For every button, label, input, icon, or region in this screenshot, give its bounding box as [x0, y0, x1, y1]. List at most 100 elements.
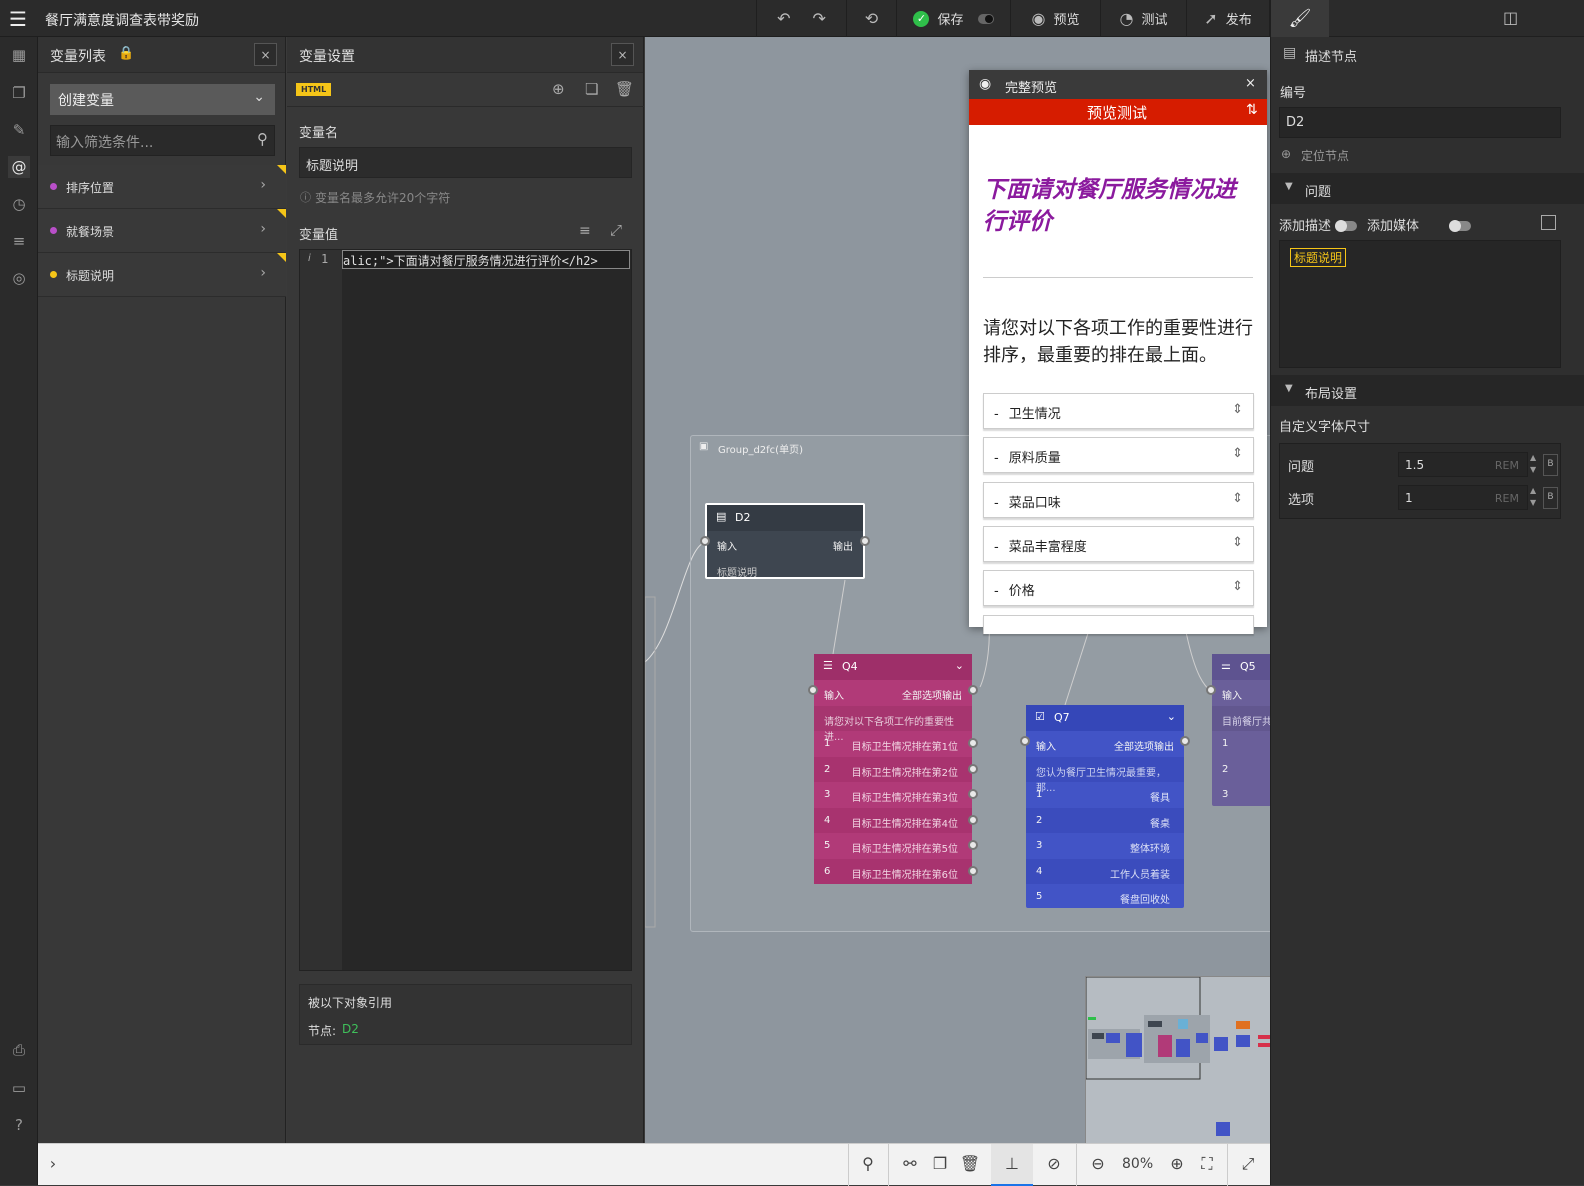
copy-icon[interactable]: ❏ — [585, 80, 598, 98]
duplicate-icon[interactable]: ❐ — [929, 1154, 951, 1173]
unit-label: REM — [1494, 459, 1519, 472]
question-size-input[interactable]: 1.5 REM — [1398, 452, 1528, 477]
crosshair-icon[interactable]: ⊕ — [552, 80, 565, 98]
dropper-icon[interactable]: ✎ — [8, 119, 30, 141]
layout-section-header[interactable]: ▼ 布局设置 — [1271, 375, 1584, 406]
output-port[interactable] — [968, 738, 978, 748]
output-port[interactable] — [968, 814, 978, 825]
create-variable-dropdown[interactable]: 创建变量 ⌄ — [50, 84, 275, 115]
zoom-in-icon[interactable]: ⊕ — [1166, 1154, 1188, 1173]
test-button[interactable]: ◔ 测试 — [1100, 0, 1186, 37]
add-media-toggle[interactable] — [1449, 219, 1472, 232]
code-editor[interactable]: i 1 alic;">下面请对餐厅服务情况进行评价</h2> — [299, 249, 632, 971]
reference-node-link[interactable]: D2 — [342, 1022, 359, 1036]
trash-icon[interactable]: 🗑 — [615, 80, 634, 98]
question-content-editor[interactable]: 标题说明 — [1279, 240, 1561, 368]
chevron-down-icon[interactable]: ⌄ — [1167, 710, 1176, 723]
search-icon[interactable]: ⚲ — [857, 1154, 879, 1173]
fullscreen-icon[interactable]: ⤢ — [1237, 1154, 1259, 1174]
pages-icon[interactable]: ❐ — [8, 82, 30, 104]
input-port[interactable] — [1206, 685, 1216, 695]
input-port[interactable] — [700, 536, 710, 546]
rank-item[interactable]: - 菜品丰富程度 ⇕ — [983, 525, 1254, 562]
save-button[interactable]: ✓ 保存 — [896, 0, 1010, 37]
add-description-toggle[interactable] — [1335, 219, 1357, 232]
lock-icon[interactable]: 🔒 — [118, 46, 134, 61]
variable-item[interactable]: 标题说明 › — [38, 253, 286, 297]
zoom-out-icon[interactable]: ⊖ — [1087, 1154, 1109, 1173]
question-section-header[interactable]: ▼ 问题 — [1271, 173, 1584, 204]
nodes-icon[interactable]: ▦ — [8, 44, 30, 66]
format-icon[interactable]: ≡ — [579, 223, 591, 239]
minimap[interactable] — [1085, 976, 1270, 1143]
code-line[interactable]: alic;">下面请对餐厅服务情况进行评价</h2> — [342, 250, 630, 269]
drag-handle-icon[interactable]: ⇕ — [1232, 579, 1243, 594]
target-icon[interactable]: ◎ — [8, 267, 30, 289]
variable-item[interactable]: 就餐场景 › — [38, 209, 286, 253]
unlink-icon[interactable]: ⚯ — [899, 1154, 921, 1173]
close-icon[interactable]: × — [254, 43, 277, 66]
output-port[interactable] — [968, 763, 978, 774]
close-icon[interactable]: × — [1245, 76, 1256, 91]
output-port[interactable] — [968, 685, 978, 695]
drag-handle-icon[interactable]: ⇕ — [1232, 402, 1243, 417]
fit-screen-icon[interactable]: ⛶ — [1196, 1154, 1218, 1174]
expand-icon[interactable]: ⤢ — [610, 221, 622, 239]
variable-name-input[interactable]: 标题说明 — [299, 147, 632, 178]
redo-icon[interactable]: ↷ — [813, 9, 826, 28]
input-port[interactable] — [1020, 736, 1030, 746]
id-input[interactable]: D2 — [1279, 107, 1561, 138]
bold-button[interactable]: B — [1543, 454, 1558, 476]
output-port[interactable] — [968, 840, 978, 850]
variable-icon[interactable]: @ — [8, 156, 30, 178]
rank-item-partial[interactable] — [983, 615, 1254, 634]
output-port[interactable] — [860, 536, 870, 546]
layout-toggle-icon[interactable]: ◫ — [1503, 8, 1518, 27]
stepper-icon[interactable]: ▲ ▼ — [1530, 485, 1536, 509]
variable-tag[interactable]: 标题说明 — [1290, 248, 1347, 267]
close-icon[interactable]: × — [611, 43, 634, 66]
input-port[interactable] — [808, 685, 818, 695]
drag-handle-icon[interactable]: ⇕ — [1232, 446, 1243, 461]
trash-icon[interactable]: 🗑 — [959, 1154, 981, 1173]
locate-node-button[interactable]: 定位节点 — [1301, 147, 1349, 164]
output-port[interactable] — [968, 789, 978, 799]
chevron-right-icon[interactable]: › — [42, 1154, 64, 1173]
option-size-input[interactable]: 1 REM — [1398, 485, 1528, 510]
variable-item[interactable]: 排序位置 › — [38, 165, 286, 209]
search-icon[interactable]: ⚲ — [257, 130, 268, 148]
undo-icon[interactable]: ↶ — [777, 9, 790, 28]
eye-off-icon[interactable]: ⊘ — [1043, 1154, 1065, 1173]
rank-item[interactable]: - 卫生情况 ⇕ — [983, 393, 1254, 429]
chevron-down-icon[interactable]: ⌄ — [955, 659, 964, 672]
option-number: 3 — [824, 789, 831, 800]
preview-button[interactable]: ◉ 预览 — [1010, 0, 1100, 37]
node-q7[interactable]: ☑ Q7 ⌄ 输入 全部选项输出 您认为餐厅卫生情况最重要，那... 1 餐具 2 餐… — [1020, 705, 1190, 908]
drag-handle-icon[interactable]: ⇕ — [1232, 535, 1243, 550]
output-port[interactable] — [1180, 736, 1190, 746]
stepper-icon[interactable]: ▲ ▼ — [1530, 452, 1536, 476]
help-icon[interactable]: ? — [8, 1114, 30, 1136]
rank-item[interactable]: - 价格 ⇕ — [983, 570, 1254, 607]
publish-button[interactable]: ➚ 发布 — [1186, 0, 1270, 37]
output-port[interactable] — [968, 865, 978, 876]
print-icon[interactable]: ⎙ — [8, 1039, 30, 1061]
autosave-toggle[interactable] — [977, 13, 994, 24]
text-icon[interactable]: ≡ — [8, 230, 30, 252]
menu-icon[interactable]: ☰ — [0, 0, 36, 37]
bold-button[interactable]: B — [1543, 487, 1558, 509]
rank-item[interactable]: - 原料质量 ⇕ — [983, 437, 1254, 474]
variable-filter-input[interactable]: 输入筛选条件... ⚲ — [50, 125, 275, 156]
rank-item[interactable]: - 菜品口味 ⇕ — [983, 481, 1254, 518]
reset-button[interactable]: ⟲ — [846, 0, 896, 37]
sort-icon[interactable]: ⇅ — [1246, 102, 1258, 118]
option-number: 4 — [1036, 865, 1043, 877]
timer-icon[interactable]: ◷ — [8, 193, 30, 215]
drag-handle-icon[interactable]: ⇕ — [1232, 491, 1243, 506]
node-d2[interactable]: ▤ D2 输入 输出 标题说明 — [700, 503, 870, 579]
brush-icon[interactable]: 🖌 — [1271, 0, 1329, 37]
folder-icon[interactable]: ▭ — [8, 1077, 30, 1099]
node-q5[interactable]: ⚌ Q5 输入 目前餐厅共 1 2 3 — [1206, 654, 1270, 806]
node-q4[interactable]: ☰ Q4 ⌄ 输入 全部选项输出 请您对以下各项工作的重要性进... 1 目标卫生… — [808, 654, 978, 884]
expand-checkbox[interactable] — [1541, 215, 1556, 230]
